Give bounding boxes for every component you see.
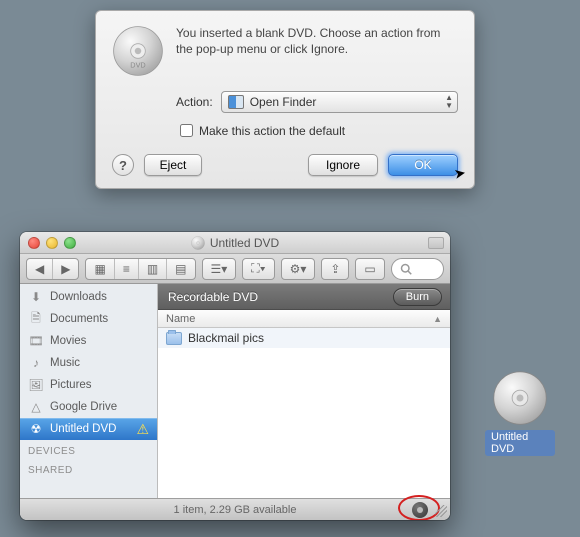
toolbar: ◀ ▶ ▦ ≡ ▥ ▤ ☰▾ ⛶▾ ⚙▾ ⇪ ▭ bbox=[20, 254, 450, 284]
sidebar-item-pictures[interactable]: 🖼Pictures bbox=[20, 374, 157, 396]
forward-button[interactable]: ▶ bbox=[53, 259, 78, 279]
sidebar-item-movies[interactable]: 🎞Movies bbox=[20, 330, 157, 352]
view-coverflow-button[interactable]: ▤ bbox=[167, 259, 194, 279]
view-list-button[interactable]: ≡ bbox=[115, 259, 139, 279]
action-menu[interactable]: ⚙▾ bbox=[281, 258, 316, 280]
back-button[interactable]: ◀ bbox=[27, 259, 53, 279]
sidebar: ⬇Downloads 🗎Documents 🎞Movies ♪Music 🖼Pi… bbox=[20, 284, 158, 498]
warning-badge-icon: ⚠ bbox=[136, 421, 149, 438]
dialog-message: You inserted a blank DVD. Choose an acti… bbox=[176, 25, 458, 77]
sidebar-item-google-drive[interactable]: △Google Drive bbox=[20, 396, 157, 418]
desktop-icon-label: Untitled DVD bbox=[485, 430, 555, 456]
sidebar-item-documents[interactable]: 🗎Documents bbox=[20, 308, 157, 330]
view-switcher: ▦ ≡ ▥ ▤ bbox=[85, 258, 195, 280]
help-button[interactable]: ? bbox=[112, 154, 134, 176]
status-text: 1 item, 2.29 GB available bbox=[174, 504, 297, 516]
zoom-icon[interactable] bbox=[64, 237, 76, 249]
blank-dvd-dialog: DVD You inserted a blank DVD. Choose an … bbox=[95, 10, 475, 189]
burn-status-icon[interactable] bbox=[412, 502, 428, 518]
view-icons-button[interactable]: ▦ bbox=[86, 259, 114, 279]
disc-icon bbox=[191, 236, 205, 250]
sidebar-item-music[interactable]: ♪Music bbox=[20, 352, 157, 374]
banner-title: Recordable DVD bbox=[168, 290, 258, 304]
tags-button[interactable]: ▭ bbox=[355, 258, 384, 280]
action-label: Action: bbox=[176, 95, 213, 109]
finder-window: Untitled DVD ◀ ▶ ▦ ≡ ▥ ▤ ☰▾ ⛶▾ ⚙▾ ⇪ ▭ ⬇D… bbox=[20, 232, 450, 520]
disc-icon bbox=[492, 370, 548, 426]
file-list[interactable]: Blackmail pics bbox=[158, 328, 450, 498]
view-columns-button[interactable]: ▥ bbox=[139, 259, 167, 279]
main-pane: Recordable DVD Burn Name ▲ Blackmail pic… bbox=[158, 284, 450, 498]
pictures-icon: 🖼 bbox=[28, 377, 44, 393]
action-popup[interactable]: Open Finder ▲▼ bbox=[221, 91, 458, 113]
music-icon: ♪ bbox=[28, 355, 44, 371]
desktop-dvd-icon[interactable]: Untitled DVD bbox=[485, 370, 555, 456]
titlebar[interactable]: Untitled DVD bbox=[20, 232, 450, 254]
burn-disc-icon: ☢ bbox=[28, 421, 44, 437]
nav-back-forward: ◀ ▶ bbox=[26, 258, 79, 280]
close-icon[interactable] bbox=[28, 237, 40, 249]
minimize-icon[interactable] bbox=[46, 237, 58, 249]
downloads-icon: ⬇ bbox=[28, 289, 44, 305]
default-action-checkbox[interactable] bbox=[180, 124, 193, 137]
sidebar-item-downloads[interactable]: ⬇Downloads bbox=[20, 286, 157, 308]
toolbar-toggle-icon[interactable] bbox=[428, 237, 444, 249]
drive-icon: △ bbox=[28, 399, 44, 415]
action-popup-value: Open Finder bbox=[250, 95, 317, 109]
column-header-name[interactable]: Name ▲ bbox=[158, 310, 450, 328]
cursor-icon: ➤ bbox=[453, 164, 468, 183]
resize-grip-icon[interactable] bbox=[435, 505, 447, 517]
dropbox-button[interactable]: ⛶▾ bbox=[242, 258, 274, 280]
share-button[interactable]: ⇪ bbox=[321, 258, 349, 280]
ignore-button[interactable]: Ignore bbox=[308, 154, 378, 176]
arrange-menu[interactable]: ☰▾ bbox=[202, 258, 237, 280]
search-input[interactable] bbox=[391, 258, 444, 280]
recordable-dvd-banner: Recordable DVD Burn bbox=[158, 284, 450, 310]
default-action-label: Make this action the default bbox=[199, 124, 345, 138]
dvd-icon: DVD bbox=[112, 25, 164, 77]
updown-icon: ▲▼ bbox=[445, 94, 453, 110]
search-icon bbox=[400, 263, 412, 275]
sidebar-section-shared[interactable]: SHARED bbox=[20, 459, 157, 478]
movies-icon: 🎞 bbox=[28, 333, 44, 349]
svg-text:DVD: DVD bbox=[130, 60, 145, 69]
sidebar-section-devices[interactable]: DEVICES bbox=[20, 440, 157, 459]
list-item[interactable]: Blackmail pics bbox=[158, 328, 450, 348]
ok-button[interactable]: OK bbox=[388, 154, 458, 176]
folder-icon bbox=[166, 332, 182, 345]
eject-button[interactable]: Eject bbox=[144, 154, 202, 176]
window-title: Untitled DVD bbox=[210, 236, 279, 250]
documents-icon: 🗎 bbox=[28, 311, 44, 327]
status-bar: 1 item, 2.29 GB available bbox=[20, 498, 450, 520]
burn-button[interactable]: Burn bbox=[393, 288, 442, 306]
sidebar-item-untitled-dvd[interactable]: ☢ Untitled DVD ⚠ bbox=[20, 418, 157, 440]
finder-icon bbox=[228, 95, 244, 109]
file-name: Blackmail pics bbox=[188, 331, 264, 345]
sort-asc-icon: ▲ bbox=[433, 314, 442, 324]
